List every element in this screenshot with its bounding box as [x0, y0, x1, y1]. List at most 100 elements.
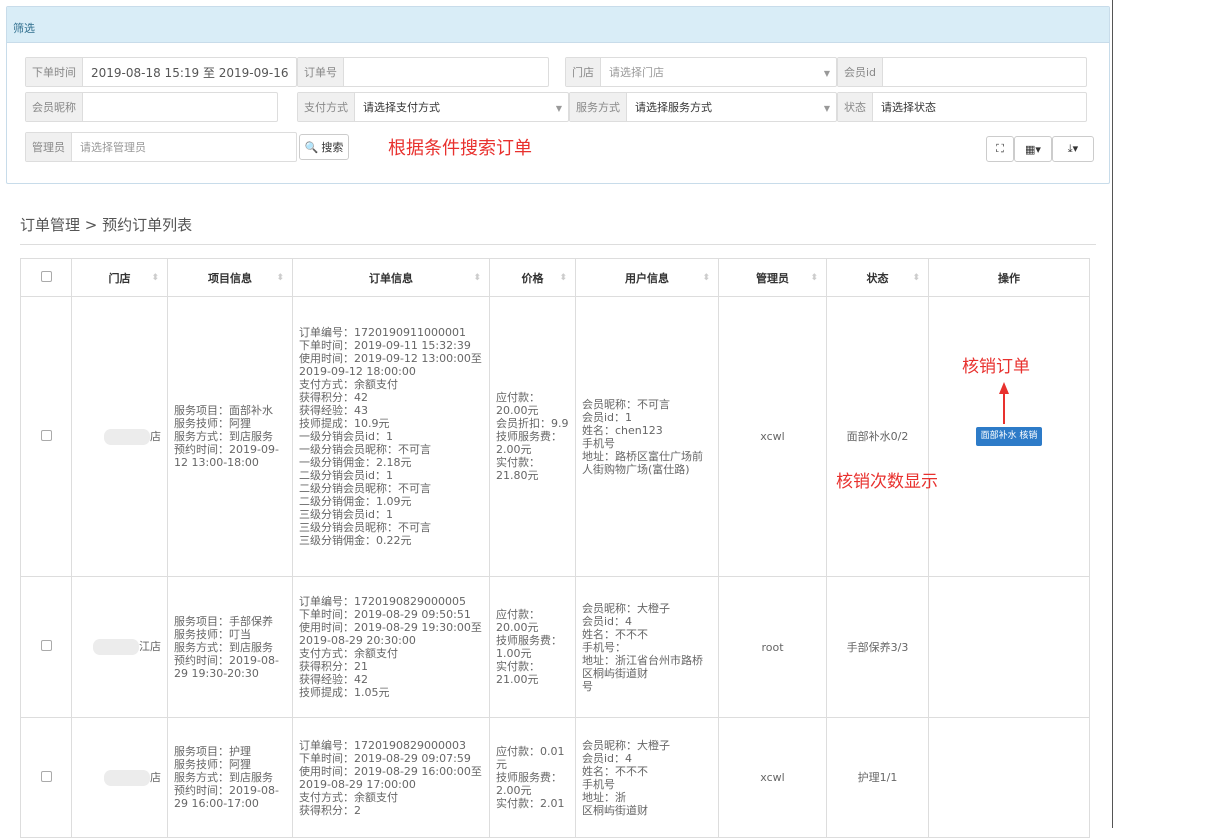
order-time-range-input[interactable]: 2019-08-18 15:19 至 2019-09-16: [83, 58, 296, 86]
verify-button[interactable]: 面部补水 核销: [975, 427, 1043, 446]
columns-button[interactable]: ▦▾: [1014, 136, 1052, 162]
store-cell: 店: [71, 717, 168, 838]
order-cell: 订单编号：1720190911000001 下单时间：2019-09-11 15…: [292, 296, 490, 577]
column-header-order[interactable]: 订单信息 ⬍: [292, 258, 490, 297]
order-cell: 订单编号：1720190829000003 下单时间：2019-08-29 09…: [292, 717, 490, 838]
store-name: 店: [150, 770, 161, 784]
column-header-label: 操作: [998, 271, 1020, 285]
action-cell: 面部补水 核销: [928, 296, 1090, 577]
admin-placeholder: 请选择管理员: [80, 141, 146, 154]
row-select-cell[interactable]: [20, 717, 72, 838]
store-select[interactable]: 请选择门店 ▼: [601, 58, 836, 86]
order-no-field[interactable]: 订单号: [297, 57, 549, 87]
column-header-admin[interactable]: 管理员 ⬍: [718, 258, 827, 297]
sort-icon: ⬍: [810, 273, 818, 283]
chevron-down-icon: ▼: [823, 104, 830, 113]
row-checkbox[interactable]: [40, 429, 52, 441]
member-nick-input[interactable]: [83, 93, 277, 121]
search-button[interactable]: 🔍 搜索: [299, 134, 349, 160]
member-id-field[interactable]: 会员id: [837, 57, 1087, 87]
redacted-blur: [93, 639, 139, 655]
page-edge-rule: [1112, 0, 1113, 828]
table-row: 店 服务项目：护理 服务技师：阿狸 服务方式：到店服务 预约时间：2019-08…: [20, 717, 1090, 838]
column-header-label: 项目信息: [208, 271, 252, 285]
column-header-label: 订单信息: [369, 271, 413, 285]
search-icon: 🔍: [304, 140, 319, 154]
admin-label: 管理员: [26, 133, 72, 161]
user-cell: 会员昵称：大橙子 会员id：4 姓名：不不不 手机号 地址：浙 区桐屿街道财: [575, 717, 719, 838]
sort-icon: ⬍: [912, 273, 920, 283]
export-button[interactable]: ⤓▾: [1052, 136, 1094, 162]
column-header-label: 价格: [521, 271, 544, 285]
select-all-cell[interactable]: [20, 258, 72, 297]
admin-cell: xcwl: [718, 717, 827, 838]
status-placeholder: 请选择状态: [881, 101, 936, 114]
store-name: 店: [150, 429, 161, 443]
sort-icon: ⬍: [276, 273, 284, 283]
expand-icon: ⛶: [996, 142, 1004, 155]
row-checkbox[interactable]: [40, 770, 52, 782]
sort-icon: ⬍: [151, 273, 159, 283]
admin-cell: xcwl: [718, 296, 827, 577]
pay-method-field[interactable]: 支付方式 请选择支付方式 ▼: [297, 92, 569, 122]
status-cell: 面部补水0/2: [826, 296, 929, 577]
redacted-blur: [104, 769, 150, 786]
search-annotation: 根据条件搜索订单: [388, 138, 532, 159]
service-method-select[interactable]: 请选择服务方式 ▼: [627, 93, 836, 121]
column-header-status[interactable]: 状态 ⬍: [826, 258, 929, 297]
column-header-label: 管理员: [756, 271, 789, 285]
sort-icon: ⬍: [559, 273, 567, 283]
table-row: 店 服务项目：面部补水 服务技师：阿狸 服务方式：到店服务 预约时间：2019-…: [20, 296, 1090, 577]
column-header-price[interactable]: 价格 ⬍: [489, 258, 576, 297]
pay-method-placeholder: 请选择支付方式: [363, 101, 440, 114]
column-header-label: 状态: [866, 271, 889, 285]
breadcrumb: 订单管理 > 预约订单列表: [20, 216, 193, 234]
row-checkbox[interactable]: [40, 640, 52, 651]
pay-method-select[interactable]: 请选择支付方式 ▼: [355, 93, 568, 121]
store-label: 门店: [566, 58, 601, 86]
verify-annotation: 核销订单: [962, 357, 1030, 377]
fullscreen-button[interactable]: ⛶: [986, 136, 1014, 162]
store-placeholder: 请选择门店: [609, 66, 664, 79]
price-cell: 应付款：20.00元 技师服务费：1.00元 实付款：21.00元: [489, 576, 576, 718]
pay-method-label: 支付方式: [298, 93, 355, 121]
search-button-label: 搜索: [321, 141, 344, 154]
column-header-project[interactable]: 项目信息 ⬍: [167, 258, 293, 297]
service-method-field[interactable]: 服务方式 请选择服务方式 ▼: [569, 92, 837, 122]
project-cell: 服务项目：面部补水 服务技师：阿狸 服务方式：到店服务 预约时间：2019-09…: [167, 296, 293, 577]
breadcrumb-divider: [20, 244, 1096, 245]
admin-field[interactable]: 管理员 请选择管理员: [25, 132, 297, 162]
order-cell: 订单编号：1720190829000005 下单时间：2019-08-29 09…: [292, 576, 490, 718]
column-header-user[interactable]: 用户信息 ⬍: [575, 258, 719, 297]
store-cell: 江店: [71, 576, 168, 718]
column-header-store[interactable]: 门店 ⬍: [71, 258, 168, 297]
redacted-blur: [104, 428, 150, 445]
store-field[interactable]: 门店 请选择门店 ▼: [565, 57, 837, 87]
status-label: 状态: [838, 93, 873, 121]
order-no-label: 订单号: [298, 58, 344, 86]
order-table: 门店 ⬍ 项目信息 ⬍ 订单信息 ⬍ 价格 ⬍ 用户信息 ⬍ 管理员 ⬍ 状态 ⬍ 操作 店 …: [20, 258, 1090, 838]
admin-select[interactable]: 请选择管理员: [72, 133, 296, 161]
row-select-cell[interactable]: [20, 576, 72, 718]
user-cell: 会员昵称：不可言 会员id：1 姓名：chen123 手机号 地址：路桥区富仕广…: [575, 296, 719, 577]
download-icon: ⤓▾: [1067, 142, 1079, 155]
store-name: 江店: [139, 640, 161, 653]
status-select[interactable]: 请选择状态: [873, 93, 1086, 121]
status-field[interactable]: 状态 请选择状态: [837, 92, 1087, 122]
filter-panel-title: 筛选: [7, 7, 1109, 43]
project-cell: 服务项目：护理 服务技师：阿狸 服务方式：到店服务 预约时间：2019-08-2…: [167, 717, 293, 838]
sort-icon: ⬍: [702, 273, 710, 283]
status-cell: 护理1/1: [826, 717, 929, 838]
verify-count-annotation: 核销次数显示: [836, 472, 938, 492]
price-cell: 应付款：0.01元 技师服务费：2.00元 实付款：2.01: [489, 717, 576, 838]
chevron-down-icon: ▼: [823, 69, 830, 78]
member-id-input[interactable]: [883, 58, 1086, 86]
select-all-checkbox[interactable]: [40, 270, 52, 282]
order-no-input[interactable]: [344, 58, 548, 86]
row-select-cell[interactable]: [20, 296, 72, 577]
column-header-label: 门店: [108, 271, 131, 285]
column-header-action: 操作: [928, 258, 1090, 297]
status-cell: 手部保养3/3: [826, 576, 929, 718]
order-time-field[interactable]: 下单时间 2019-08-18 15:19 至 2019-09-16: [25, 57, 297, 87]
member-nick-field[interactable]: 会员昵称: [25, 92, 278, 122]
